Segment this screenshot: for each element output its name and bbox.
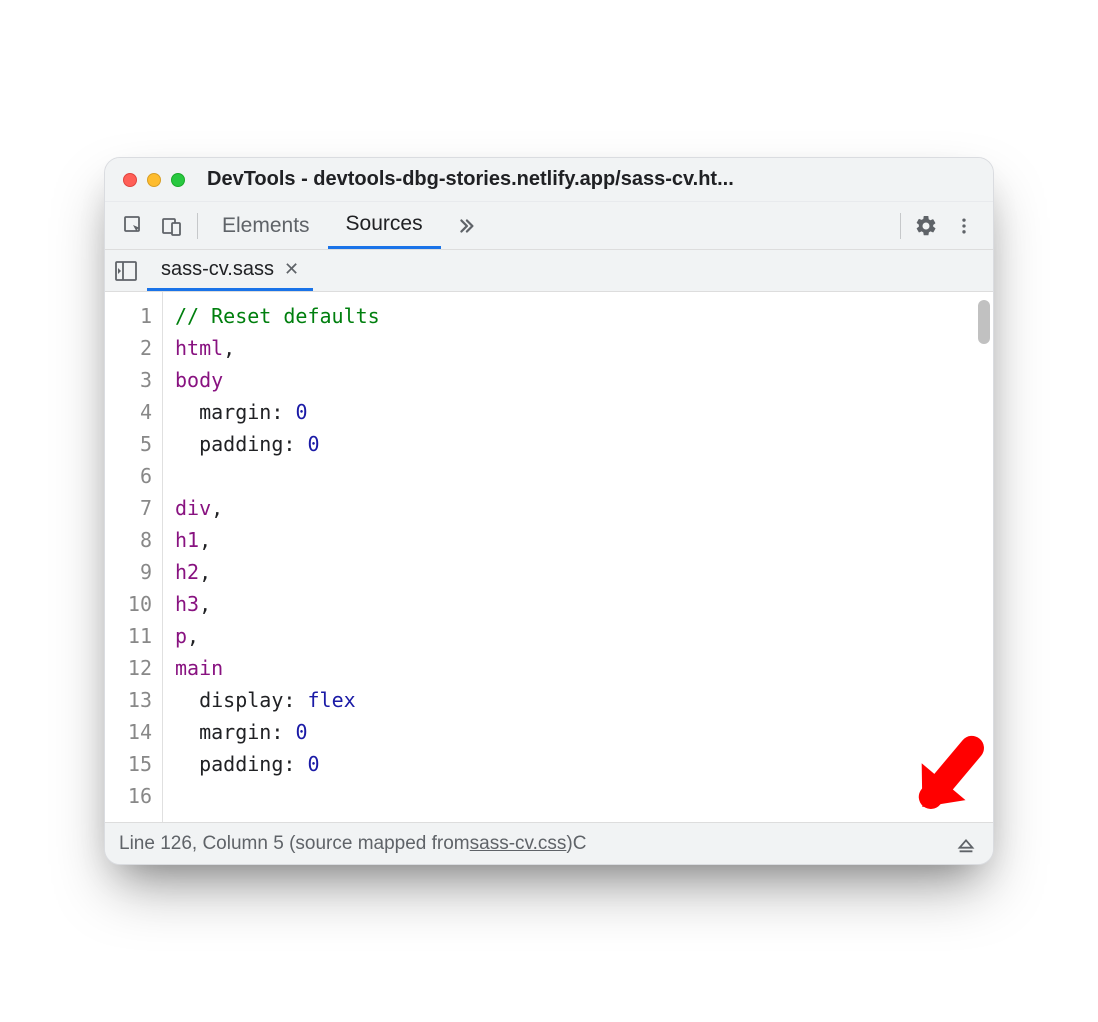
zoom-window[interactable]	[171, 173, 185, 187]
minimize-window[interactable]	[147, 173, 161, 187]
scrollbar-thumb[interactable]	[978, 300, 990, 344]
more-tabs-icon[interactable]	[441, 215, 491, 237]
devtools-toolbar: Elements Sources	[105, 202, 993, 250]
tab-sources[interactable]: Sources	[328, 202, 441, 249]
device-toggle-icon[interactable]	[153, 207, 191, 245]
file-tab-active[interactable]: sass-cv.sass ✕	[147, 250, 313, 291]
file-tabs: sass-cv.sass ✕	[105, 250, 993, 292]
statusbar: Line 126, Column 5 (source mapped from s…	[105, 822, 993, 864]
window-title: DevTools - devtools-dbg-stories.netlify.…	[207, 168, 975, 191]
navigator-toggle-icon[interactable]	[105, 250, 147, 291]
code-editor[interactable]: 12345678910111213141516 // Reset default…	[105, 292, 993, 822]
code-content[interactable]: // Reset defaultshtml,body margin: 0 pad…	[163, 292, 993, 822]
line-gutter: 12345678910111213141516	[105, 292, 163, 822]
menu-icon[interactable]	[945, 207, 983, 245]
file-tab-label: sass-cv.sass	[161, 258, 274, 281]
toolbar-divider	[197, 213, 198, 239]
close-window[interactable]	[123, 173, 137, 187]
devtools-window: DevTools - devtools-dbg-stories.netlify.…	[104, 157, 994, 865]
cursor-position: Line 126, Column 5	[119, 833, 284, 855]
close-icon[interactable]: ✕	[284, 259, 299, 280]
mapped-text: (source mapped from	[289, 833, 470, 855]
panel-tabs: Elements Sources	[204, 202, 441, 249]
inspect-icon[interactable]	[115, 207, 153, 245]
toolbar-divider-right	[900, 213, 901, 239]
tab-elements[interactable]: Elements	[204, 202, 328, 249]
settings-icon[interactable]	[907, 207, 945, 245]
traffic-lights	[123, 173, 185, 187]
window-titlebar: DevTools - devtools-dbg-stories.netlify.…	[105, 158, 993, 202]
truncated-text: C	[573, 833, 587, 855]
source-map-link[interactable]: sass-cv.css	[470, 833, 567, 855]
show-drawer-icon[interactable]	[953, 831, 979, 857]
